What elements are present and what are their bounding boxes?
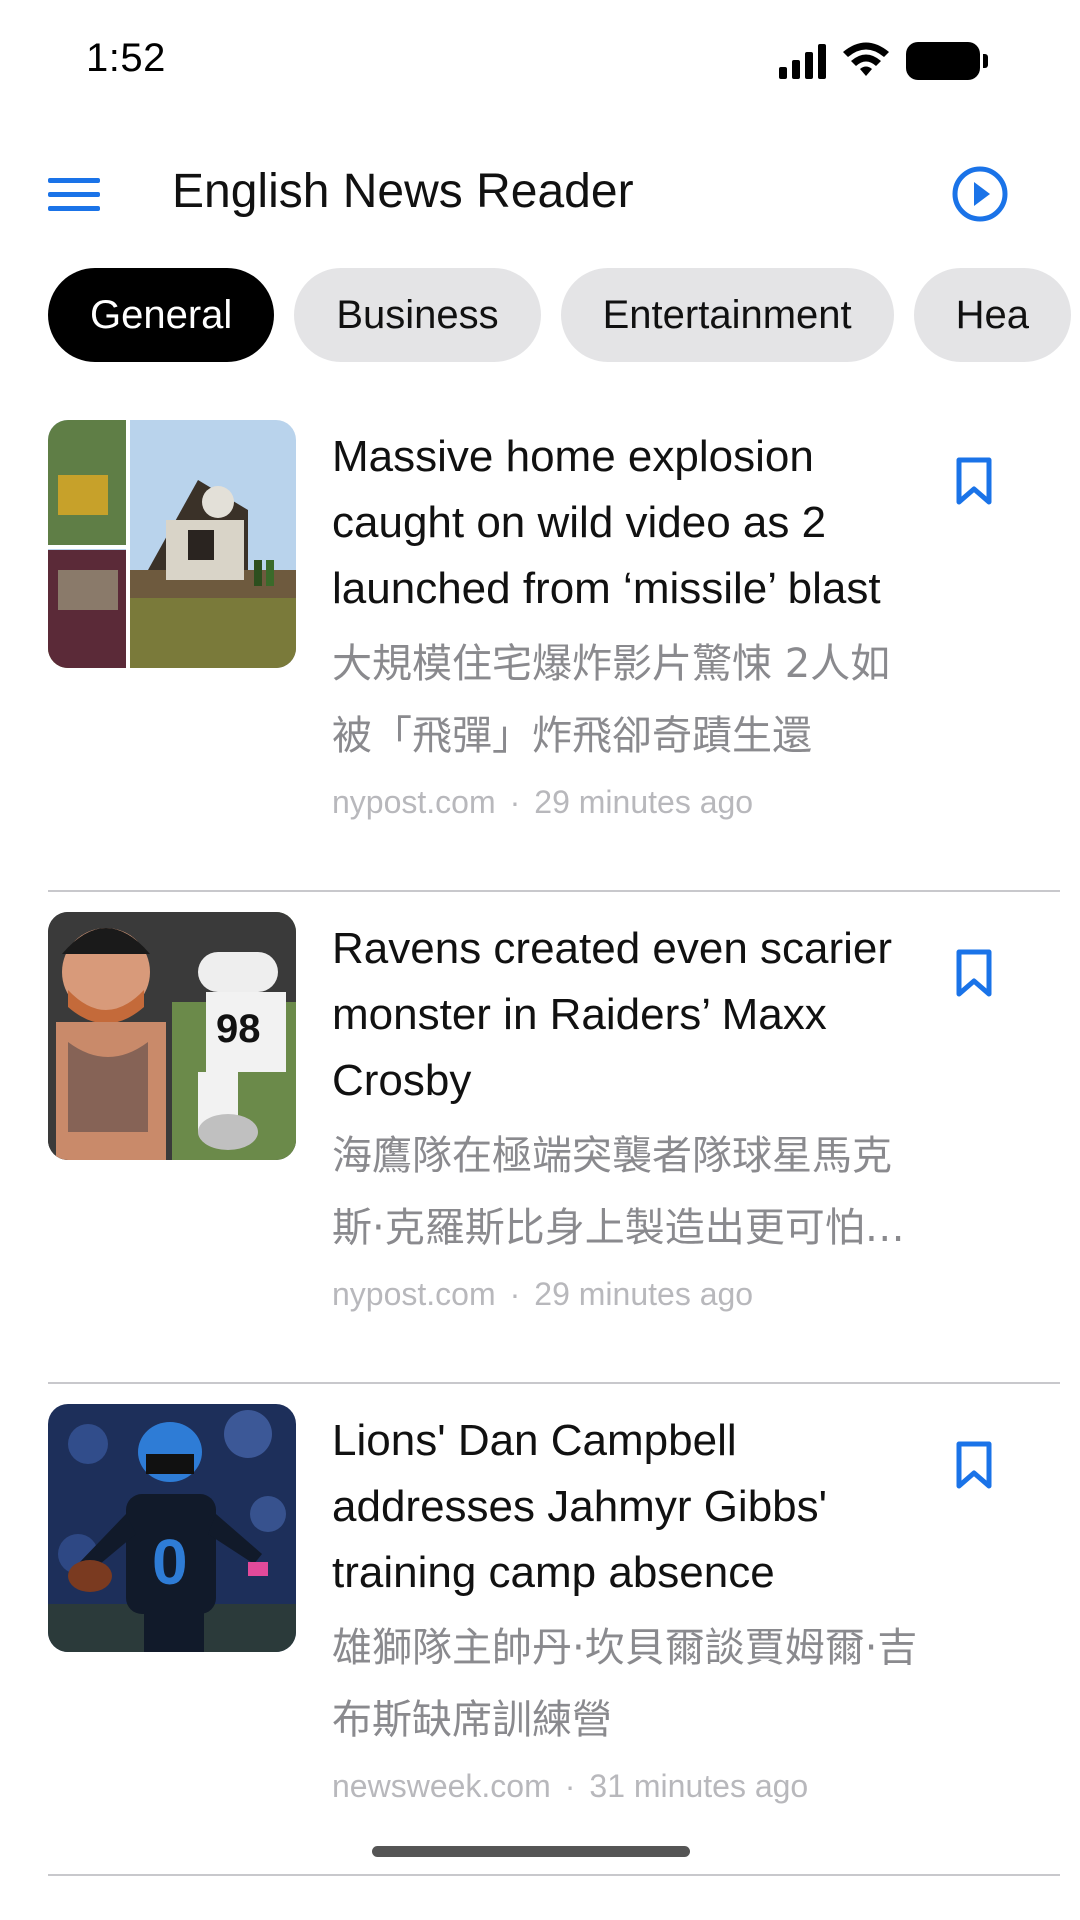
bookmark-icon[interactable] [954, 1440, 994, 1490]
article-text[interactable]: Massive home explosion caught on wild vi… [332, 424, 922, 822]
article-thumbnail[interactable]: 98 [48, 912, 296, 1160]
article-source: nypost.com [332, 784, 496, 820]
cellular-signal-icon [779, 43, 826, 79]
article-text[interactable]: Ravens created even scarier monster in R… [332, 916, 922, 1314]
hamburger-menu-icon[interactable] [48, 168, 106, 220]
svg-text:0: 0 [152, 1526, 188, 1598]
bookmark-icon[interactable] [954, 456, 994, 506]
article-source: newsweek.com [332, 1768, 551, 1804]
meta-separator: · [509, 1276, 521, 1312]
article-headline: Lions' Dan Campbell addresses Jahmyr Gib… [332, 1416, 828, 1597]
app-title: English News Reader [172, 165, 634, 218]
tab-health[interactable]: Hea [913, 268, 1072, 362]
tab-entertainment[interactable]: Entertainment [560, 268, 894, 362]
status-time: 1:52 [86, 36, 166, 80]
battery-icon [906, 42, 988, 80]
app-screen: 1:52 English News Reader General Busines… [0, 0, 1080, 1920]
article-time: 29 minutes ago [534, 1276, 754, 1312]
meta-separator: · [564, 1768, 576, 1804]
article-thumbnail[interactable]: 0 [48, 1404, 296, 1652]
status-icons [779, 42, 988, 80]
play-circle-icon[interactable] [950, 164, 1010, 224]
meta-separator: · [509, 784, 521, 820]
news-item[interactable]: 0 Lions' Dan Campbell addresses Jahmyr G… [48, 1404, 1060, 1876]
wifi-icon [843, 42, 889, 76]
article-headline: Massive home explosion caught on wild vi… [332, 432, 881, 613]
article-meta: newsweek.com · 31 minutes ago [332, 1766, 922, 1806]
category-tabs: General Business Entertainment Hea [48, 268, 1080, 364]
article-meta: nypost.com · 29 minutes ago [332, 782, 922, 822]
article-source: nypost.com [332, 1276, 496, 1312]
article-text[interactable]: Lions' Dan Campbell addresses Jahmyr Gib… [332, 1408, 922, 1806]
bookmark-icon[interactable] [954, 948, 994, 998]
app-bar: English News Reader [0, 140, 1080, 250]
article-headline: Ravens created even scarier monster in R… [332, 924, 893, 1105]
tab-business[interactable]: Business [294, 268, 541, 362]
article-translation: 海鷹隊在極端突襲者隊球星馬克斯·克羅斯比身上製造出更可怕的怪物 [332, 1133, 905, 1251]
article-time: 29 minutes ago [534, 784, 754, 820]
article-translation: 雄獅隊主帥丹·坎貝爾談賈姆爾·吉布斯缺席訓練營 [332, 1625, 918, 1743]
status-bar: 1:52 [0, 0, 1080, 120]
article-time: 31 minutes ago [589, 1768, 809, 1804]
home-indicator[interactable] [372, 1846, 690, 1857]
article-meta: nypost.com · 29 minutes ago [332, 1274, 922, 1314]
svg-text:98: 98 [216, 1007, 261, 1051]
news-list: Massive home explosion caught on wild vi… [48, 420, 1060, 1876]
news-item[interactable]: 98 Ravens created even scarier monster i… [48, 912, 1060, 1384]
tab-general[interactable]: General [48, 268, 275, 362]
article-thumbnail[interactable] [48, 420, 296, 668]
news-item[interactable]: Massive home explosion caught on wild vi… [48, 420, 1060, 892]
article-translation: 大規模住宅爆炸影片驚悚 2人如被「飛彈」炸飛卻奇蹟生還 [332, 641, 891, 759]
